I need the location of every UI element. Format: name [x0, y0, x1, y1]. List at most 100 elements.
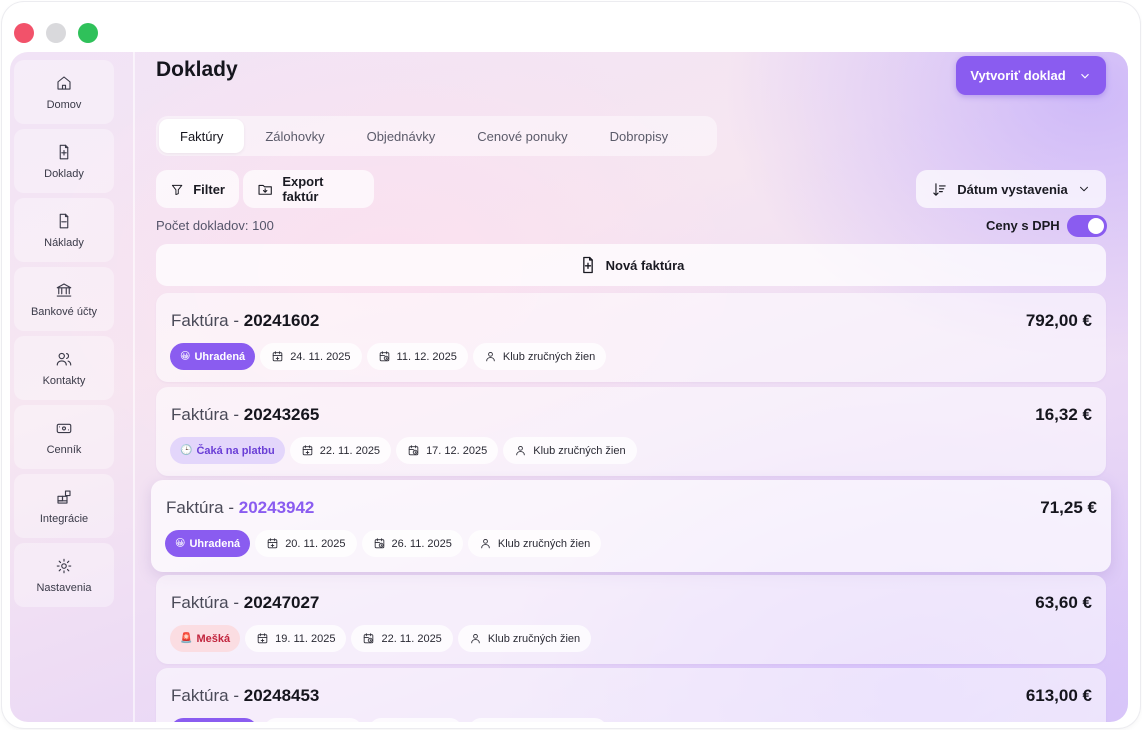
tab-faktury[interactable]: Faktúry: [159, 119, 245, 153]
invoice-card[interactable]: Faktúra - 20243942 71,25 € 😀 Uhradená 20.…: [151, 480, 1111, 572]
calendar-plus-icon: [257, 633, 268, 644]
invoice-meta: 🕒 Čaká na platbu 22. 11. 2025 17. 12. 202…: [170, 437, 637, 464]
sidebar-item-cennik[interactable]: Cenník: [14, 405, 114, 469]
status-label: Mešká: [196, 632, 231, 645]
export-label: Export faktúr: [282, 174, 324, 204]
invoice-number: 20243265: [243, 405, 320, 424]
tab-objednavky[interactable]: Objednávky: [346, 119, 457, 153]
client-name: Klub zručných žien: [487, 632, 581, 645]
create-document-label: Vytvoriť doklad: [970, 68, 1066, 83]
status-badge: [170, 718, 258, 722]
create-document-button[interactable]: Vytvoriť doklad: [956, 56, 1106, 95]
sidebar-item-label: Bankové účty: [30, 305, 98, 318]
document-count: Počet dokladov: 100: [156, 218, 274, 233]
tab-cenove-ponuky[interactable]: Cenové ponuky: [456, 119, 588, 153]
invoice-card[interactable]: Faktúra - 20247027 63,60 € 🚨 Mešká 19. 11…: [156, 575, 1106, 664]
chevron-down-icon: [1079, 186, 1088, 192]
calendar-plus-icon: [267, 538, 278, 549]
close-window-button[interactable]: [14, 23, 34, 43]
sort-icon: [933, 182, 946, 196]
invoice-meta: [170, 718, 608, 722]
invoice-meta: 🚨 Mešká 19. 11. 2025 22. 11. 2025 Klub zr…: [170, 625, 592, 652]
sidebar-item-bankove-ucty[interactable]: Bankové účty: [14, 267, 114, 331]
status-emoji: 🕒: [180, 445, 193, 456]
issue-date-chip: 22. 11. 2025: [289, 437, 392, 464]
client-name: Klub zručných žien: [502, 350, 596, 363]
sort-label: Dátum vystavenia: [957, 181, 1068, 197]
invoice-card[interactable]: Faktúra - 20248453 613,00 €: [156, 668, 1106, 722]
invoice-amount: 792,00 €: [1025, 311, 1092, 330]
toggle-knob: [1088, 218, 1104, 234]
status-badge: 😀 Uhradená: [165, 530, 251, 557]
due-date: 26. 11. 2025: [391, 537, 452, 550]
status-badge: 🚨 Mešká: [170, 625, 241, 652]
invoice-prefix: Faktúra -: [166, 498, 239, 517]
invoice-amount: 71,25 €: [1040, 498, 1097, 517]
issue-date-chip: 24. 11. 2025: [260, 343, 362, 370]
sidebar-item-nastavenia[interactable]: Nastavenia: [14, 543, 114, 607]
invoice-number[interactable]: 20243942: [239, 498, 315, 517]
filter-button[interactable]: Filter: [156, 170, 239, 208]
filter-label: Filter: [193, 181, 225, 197]
sidebar: Domov Doklady Náklady Bankové účty Konta…: [10, 52, 134, 722]
export-invoices-button[interactable]: Export faktúr: [243, 170, 374, 208]
status-emoji: 😀: [175, 538, 186, 549]
maximize-window-button[interactable]: [78, 23, 98, 43]
invoice-card[interactable]: Faktúra - 20243265 16,32 € 🕒 Čaká na plat…: [156, 387, 1106, 476]
app-content: Domov Doklady Náklady Bankové účty Konta…: [10, 52, 1128, 722]
invoice-amount: 613,00 €: [1025, 686, 1092, 705]
invoice-title: Faktúra - 20247027: [171, 593, 319, 613]
sidebar-divider: [134, 52, 135, 722]
document-plus-icon: [59, 144, 69, 159]
user-icon: [486, 352, 495, 362]
user-icon: [481, 539, 490, 549]
user-icon: [516, 446, 525, 456]
calendar-clock-icon: [374, 538, 384, 549]
sidebar-item-label: Kontakty: [42, 374, 86, 387]
status-emoji: 🚨: [180, 633, 193, 644]
home-icon: [57, 75, 71, 90]
status-label: Uhradená: [189, 537, 241, 550]
document-minus-icon: [59, 213, 69, 228]
vat-toggle-label: Ceny s DPH: [986, 218, 1060, 233]
invoice-number: 20241602: [243, 311, 320, 330]
client-chip: Klub zručných žien: [472, 343, 607, 370]
issue-date-chip: [263, 718, 363, 722]
status-badge: 😀 Uhradená: [170, 343, 256, 370]
due-date-chip: 26. 11. 2025: [361, 530, 463, 557]
vat-toggle[interactable]: [1067, 215, 1107, 237]
invoice-amount: 16,32 €: [1035, 405, 1092, 424]
sidebar-item-label: Domov: [46, 98, 82, 111]
sort-dropdown[interactable]: Dátum vystavenia: [916, 170, 1106, 208]
sidebar-item-kontakty[interactable]: Kontakty: [14, 336, 114, 400]
invoice-title: Faktúra - 20243265: [171, 405, 319, 425]
client-name: Klub zručných žien: [533, 444, 626, 457]
due-date: 11. 12. 2025: [396, 350, 457, 363]
invoice-card[interactable]: Faktúra - 20241602 792,00 € 😀 Uhradená 24…: [156, 293, 1106, 382]
calendar-clock-icon: [379, 351, 389, 362]
window-controls: [14, 23, 98, 43]
minimize-window-button[interactable]: [46, 23, 66, 43]
issue-date-chip: 19. 11. 2025: [245, 625, 347, 652]
tab-dobropisy[interactable]: Dobropisy: [589, 119, 690, 153]
chevron-down-icon: [1080, 73, 1089, 79]
calendar-plus-icon: [272, 351, 283, 362]
sidebar-item-integracie[interactable]: Integrácie: [14, 474, 114, 538]
invoice-title: Faktúra - 20243942: [166, 498, 314, 518]
sidebar-item-naklady[interactable]: Náklady: [14, 198, 114, 262]
status-badge: 🕒 Čaká na platbu: [170, 437, 285, 464]
tab-zalohovky[interactable]: Zálohovky: [244, 119, 345, 153]
invoice-number: 20248453: [243, 686, 320, 705]
invoice-meta: 😀 Uhradená 24. 11. 2025 11. 12. 2025 Klub…: [170, 343, 607, 370]
due-date-chip: [368, 718, 463, 722]
client-chip: Klub zručných žien: [467, 530, 602, 557]
new-invoice-button[interactable]: Nová faktúra: [156, 244, 1106, 286]
user-icon: [471, 634, 480, 644]
page-title: Doklady: [156, 58, 238, 81]
sidebar-item-doklady[interactable]: Doklady: [14, 129, 114, 193]
banknote-icon: [56, 423, 72, 433]
new-invoice-label: Nová faktúra: [605, 257, 685, 273]
sidebar-item-label: Doklady: [44, 167, 84, 180]
download-folder-icon: [258, 184, 272, 195]
sidebar-item-domov[interactable]: Domov: [14, 60, 114, 124]
